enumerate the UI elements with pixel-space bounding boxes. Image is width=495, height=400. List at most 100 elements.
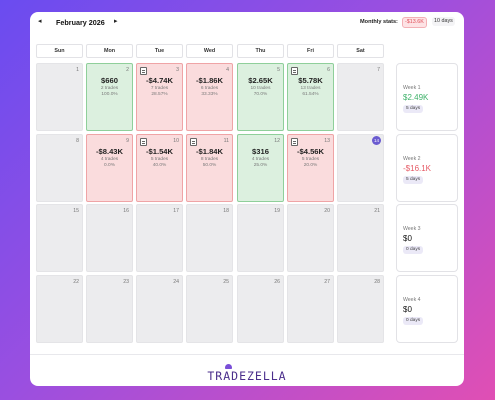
day-trades: 8 trades: [200, 157, 219, 162]
day-number: 6: [327, 67, 330, 73]
day-number: 22: [73, 279, 79, 285]
day-number: 3: [176, 67, 179, 73]
calendar-day[interactable]: 4 -$1.86K 6 trades 33.33%: [186, 63, 233, 131]
week-label: Week 3: [403, 226, 421, 232]
day-number: 2: [126, 67, 129, 73]
chevron-right-icon[interactable]: ▸: [114, 17, 118, 27]
day-pnl: -$8.43K: [95, 147, 124, 156]
day-number: 18: [223, 208, 229, 214]
day-number: 27: [324, 279, 330, 285]
day-number: 25: [223, 279, 229, 285]
day-win-rate: 0.0%: [104, 163, 115, 168]
week-summary-3[interactable]: Week 3 $0 0 days: [396, 204, 458, 272]
calendar-day[interactable]: 14: [337, 134, 384, 202]
day-pnl: -$4.74K: [145, 76, 174, 85]
day-win-rate: 25.0%: [253, 163, 268, 168]
day-win-rate: 20.0%: [303, 163, 318, 168]
day-pnl: -$1.86K: [195, 76, 224, 85]
note-icon[interactable]: [140, 138, 147, 146]
note-icon[interactable]: [291, 138, 298, 146]
calendar-day[interactable]: 8: [36, 134, 83, 202]
note-icon[interactable]: [140, 67, 147, 75]
day-number: 17: [173, 208, 179, 214]
calendar-day[interactable]: 28: [337, 275, 384, 343]
week-summary-1[interactable]: Week 1 $2.49K 5 days: [396, 63, 458, 131]
logo-text: TRADEZELLA: [207, 369, 287, 383]
calendar-day[interactable]: 25: [186, 275, 233, 343]
day-trades: 2 trades: [100, 86, 119, 91]
day-number: 23: [123, 279, 129, 285]
calendar-day[interactable]: 5 $2.65K 10 trades 70.0%: [237, 63, 284, 131]
calendar-day[interactable]: 13 -$4.56K 5 trades 20.0%: [287, 134, 334, 202]
weekday-sat: Sat: [337, 44, 384, 58]
calendar-day[interactable]: 19: [237, 204, 284, 272]
week-summary-4[interactable]: Week 4 $0 0 days: [396, 275, 458, 343]
day-trades: 5 trades: [301, 157, 320, 162]
day-number: 4: [226, 67, 229, 73]
month-title: February 2026: [56, 18, 105, 27]
calendar-day[interactable]: 2 $660 2 trades 100.0%: [86, 63, 133, 131]
day-number: 11: [223, 138, 229, 144]
day-number: 9: [126, 138, 129, 144]
day-win-rate: 100.0%: [101, 92, 118, 97]
day-win-rate: 50.0%: [202, 163, 217, 168]
week-days-badge: 5 days: [403, 105, 424, 113]
day-trades: 6 trades: [200, 86, 219, 91]
day-number: 8: [76, 138, 79, 144]
calendar-day[interactable]: 1: [36, 63, 83, 131]
calendar-day[interactable]: 24: [136, 275, 183, 343]
note-icon[interactable]: [190, 138, 197, 146]
day-pnl: $316: [252, 147, 269, 156]
day-pnl: $660: [101, 76, 118, 85]
day-win-rate: 40.0%: [152, 163, 167, 168]
day-win-rate: 28.57%: [151, 92, 168, 97]
week-pnl: $0: [403, 234, 412, 243]
week-label: Week 2: [403, 156, 421, 162]
day-number: 7: [377, 67, 380, 73]
monthly-stats-label: Monthly stats:: [360, 19, 398, 25]
calendar-day[interactable]: 23: [86, 275, 133, 343]
day-win-rate: 33.33%: [201, 92, 218, 97]
chevron-left-icon[interactable]: ◂: [38, 17, 42, 27]
week-pnl: -$16.1K: [403, 164, 432, 173]
day-pnl: -$1.84K: [195, 147, 224, 156]
calendar-day[interactable]: 18: [186, 204, 233, 272]
day-pnl: $5.78K: [298, 76, 323, 85]
day-trades: 13 trades: [300, 86, 321, 91]
calendar-day[interactable]: 17: [136, 204, 183, 272]
calendar-day[interactable]: 26: [237, 275, 284, 343]
monthly-pnl-badge: -$13.6K: [402, 17, 427, 28]
week-label: Week 1: [403, 85, 421, 91]
day-number: 24: [173, 279, 179, 285]
week-summary-2[interactable]: Week 2 -$16.1K 5 days: [396, 134, 458, 202]
calendar-day[interactable]: 12 $316 4 trades 25.0%: [237, 134, 284, 202]
calendar-day[interactable]: 16: [86, 204, 133, 272]
calendar-day[interactable]: 21: [337, 204, 384, 272]
day-win-rate: 61.54%: [302, 92, 319, 97]
day-pnl: -$1.54K: [145, 147, 174, 156]
calendar-day[interactable]: 6 $5.78K 13 trades 61.54%: [287, 63, 334, 131]
calendar-day[interactable]: 7: [337, 63, 384, 131]
calendar-day[interactable]: 11 -$1.84K 8 trades 50.0%: [186, 134, 233, 202]
calendar-day[interactable]: 22: [36, 275, 83, 343]
day-number: 19: [274, 208, 280, 214]
weekday-mon: Mon: [86, 44, 133, 58]
day-number: 15: [73, 208, 79, 214]
weekday-fri: Fri: [287, 44, 334, 58]
calendar-card: ◂ February 2026 ▸ Monthly stats: -$13.6K…: [30, 12, 464, 386]
calendar-day[interactable]: 27: [287, 275, 334, 343]
calendar-day[interactable]: 15: [36, 204, 83, 272]
day-number: 10: [173, 138, 179, 144]
weekday-tue: Tue: [136, 44, 183, 58]
day-pnl: -$4.56K: [296, 147, 325, 156]
calendar-day[interactable]: 3 -$4.74K 7 trades 28.57%: [136, 63, 183, 131]
calendar-header: ◂ February 2026 ▸ Monthly stats: -$13.6K…: [30, 12, 464, 34]
calendar-day[interactable]: 20: [287, 204, 334, 272]
note-icon[interactable]: [291, 67, 298, 75]
calendar-day[interactable]: 9 -$8.43K 4 trades 0.0%: [86, 134, 133, 202]
day-trades: 10 trades: [250, 86, 271, 91]
today-indicator: 14: [372, 136, 381, 145]
day-number: 16: [123, 208, 129, 214]
calendar-day[interactable]: 10 -$1.54K 5 trades 40.0%: [136, 134, 183, 202]
day-number: 21: [374, 208, 380, 214]
